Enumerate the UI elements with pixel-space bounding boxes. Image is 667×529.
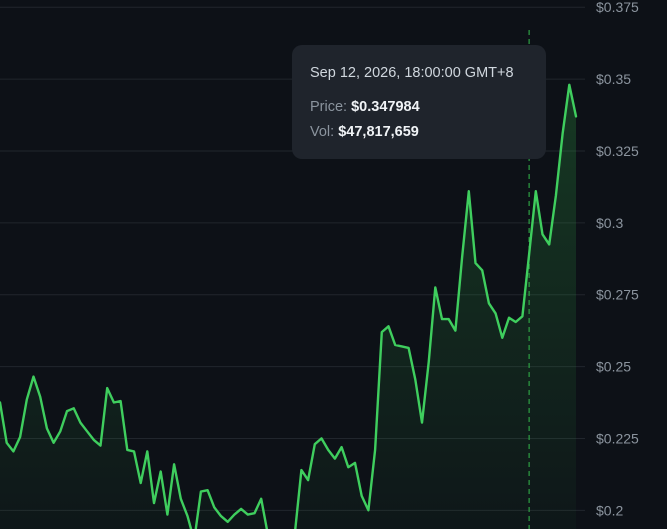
data-point (166, 513, 168, 515)
y-tick-label: $0.3 (596, 215, 623, 231)
data-point (52, 442, 54, 444)
data-point (153, 502, 155, 504)
data-point (535, 190, 537, 192)
data-point (561, 133, 563, 135)
data-point (186, 515, 188, 517)
data-point (113, 401, 115, 403)
y-tick-label: $0.25 (596, 359, 631, 375)
data-point (454, 329, 456, 331)
data-point (528, 253, 530, 255)
data-point (548, 243, 550, 245)
data-point (206, 489, 208, 491)
data-point (314, 443, 316, 445)
data-point (428, 361, 430, 363)
data-point (240, 508, 242, 510)
data-point (247, 513, 249, 515)
data-point (515, 321, 517, 323)
data-point (461, 256, 463, 258)
data-point (441, 318, 443, 320)
data-point (481, 269, 483, 271)
data-point (521, 315, 523, 317)
data-point (387, 325, 389, 327)
data-point (407, 347, 409, 349)
data-point (494, 312, 496, 314)
data-point (575, 115, 577, 117)
data-point (39, 396, 41, 398)
data-point (253, 512, 255, 514)
data-point (468, 190, 470, 192)
data-point (327, 449, 329, 451)
y-tick-label: $0.225 (596, 430, 639, 446)
data-point (568, 84, 570, 86)
tooltip-vol-row: Vol: $47,817,659 (310, 124, 546, 140)
data-point (73, 407, 75, 409)
data-point (79, 421, 81, 423)
data-point (126, 449, 128, 451)
data-point (421, 421, 423, 423)
data-point (6, 442, 8, 444)
data-point (307, 479, 309, 481)
data-point (220, 515, 222, 517)
data-point (414, 378, 416, 380)
data-point (474, 262, 476, 264)
data-point (133, 450, 135, 452)
data-point (213, 506, 215, 508)
data-point (160, 470, 162, 472)
data-point (354, 462, 356, 464)
data-point (93, 439, 95, 441)
tooltip-price-row: Price: $0.347984 (310, 99, 546, 115)
price-tooltip: Sep 12, 2026, 18:00:00 GMT+8 Price: $0.3… (292, 45, 546, 159)
y-tick-label: $0.375 (596, 0, 639, 15)
data-point (66, 410, 68, 412)
data-point (46, 427, 48, 429)
data-point (334, 457, 336, 459)
data-point (381, 331, 383, 333)
data-point (367, 509, 369, 511)
data-point (200, 490, 202, 492)
data-point (19, 436, 21, 438)
data-point (227, 521, 229, 523)
data-point (119, 400, 121, 402)
data-point (173, 463, 175, 465)
data-point (361, 495, 363, 497)
data-point (32, 375, 34, 377)
data-point (59, 430, 61, 432)
data-point (12, 450, 14, 452)
data-point (99, 444, 101, 446)
data-point (434, 286, 436, 288)
data-point (146, 450, 148, 452)
data-point (401, 345, 403, 347)
data-point (260, 498, 262, 500)
data-point (374, 449, 376, 451)
data-point (448, 318, 450, 320)
tooltip-vol-value: $47,817,659 (338, 124, 419, 140)
y-axis: $0.375 $0.35 $0.325 $0.3 $0.275 $0.25 $0.225 $0… (596, 0, 639, 518)
data-point (347, 466, 349, 468)
data-point (180, 498, 182, 500)
data-point (300, 469, 302, 471)
data-point (541, 233, 543, 235)
tooltip-vol-label: Vol: (310, 124, 335, 140)
data-point (26, 398, 28, 400)
y-tick-label: $0.35 (596, 71, 631, 87)
tooltip-timestamp: Sep 12, 2026, 18:00:00 GMT+8 (310, 65, 514, 81)
data-point (140, 482, 142, 484)
data-point (86, 430, 88, 432)
y-tick-label: $0.275 (596, 287, 639, 303)
data-point (488, 302, 490, 304)
data-point (394, 344, 396, 346)
y-tick-label: $0.2 (596, 502, 623, 518)
y-tick-label: $0.325 (596, 143, 639, 159)
data-point (106, 387, 108, 389)
data-point (233, 513, 235, 515)
tooltip-price-label: Price: (310, 99, 348, 115)
data-point (320, 437, 322, 439)
data-point (555, 194, 557, 196)
data-point (340, 446, 342, 448)
tooltip-price-value: $0.347984 (351, 99, 420, 115)
data-point (508, 317, 510, 319)
data-point (501, 337, 503, 339)
